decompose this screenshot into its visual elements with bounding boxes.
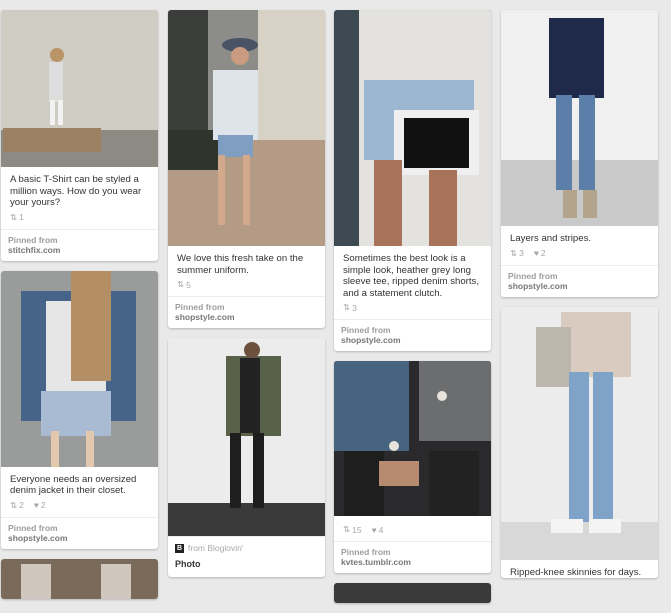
pin-source[interactable]: Pinned from shopstyle.com [334, 319, 491, 351]
pin-description: Layers and stripes. [510, 233, 592, 244]
pin-stats: ⇅ 5 [168, 276, 325, 296]
pin-image[interactable] [334, 361, 491, 516]
heart-icon: ♥ [33, 500, 39, 510]
repin-icon: ⇅ [177, 279, 185, 289]
pin-photo [334, 361, 491, 516]
pin-card[interactable]: ⇅ 15 ♥ 4 Pinned from kvtes.tumblr.com [334, 361, 491, 573]
pinned-from-label: Pinned from [175, 302, 225, 312]
repin-count: ⇅ 2 [10, 499, 24, 511]
pin-photo [168, 338, 325, 536]
like-count: ♥ 4 [371, 524, 384, 535]
pin-card[interactable]: Sometimes the best look is a simple look… [334, 10, 491, 351]
pin-card[interactable]: Layers and stripes. ⇅ 3 ♥ 2 Pinned from sh… [501, 10, 658, 297]
source-label[interactable]: from Bloglovin' [188, 543, 243, 553]
pin-source[interactable]: B from Bloglovin' Photo [168, 536, 325, 577]
source-domain[interactable]: shopstyle.com [8, 533, 151, 543]
pin-source[interactable]: Pinned from kvtes.tumblr.com [334, 541, 491, 573]
pin-image[interactable] [501, 10, 658, 226]
pinned-from-label: Pinned from [341, 547, 391, 557]
pin-image[interactable] [1, 270, 158, 467]
pin-image[interactable] [1, 558, 158, 599]
repin-count: ⇅ 1 [10, 211, 24, 223]
pin-photo [501, 10, 658, 226]
repin-count: ⇅ 5 [177, 279, 191, 290]
source-domain[interactable]: stitchfix.com [8, 245, 151, 255]
pin-card[interactable]: A basic T-Shirt can be styled a million … [1, 10, 158, 261]
pin-image[interactable] [334, 583, 491, 603]
like-count: ♥ 2 [33, 500, 46, 510]
pin-description: Everyone needs an oversized denim jacket… [10, 473, 137, 497]
pin-description: Ripped-knee skinnies for days. [510, 566, 642, 578]
pin-title: Photo [175, 559, 201, 569]
repin-count: ⇅ 15 [343, 524, 362, 535]
pin-image[interactable] [168, 10, 325, 246]
pin-stats: ⇅ 3 ♥ 2 [501, 245, 658, 265]
pin-photo [168, 10, 325, 246]
pin-photo [1, 10, 158, 167]
pinned-from-label: Pinned from [8, 522, 58, 533]
repin-count: ⇅ 3 [510, 247, 524, 259]
pin-photo [1, 270, 158, 467]
repin-icon: ⇅ [343, 302, 351, 312]
pin-image[interactable] [501, 306, 658, 560]
pin-image[interactable] [334, 10, 491, 246]
repin-count: ⇅ 3 [343, 302, 357, 313]
repin-icon: ⇅ [10, 499, 18, 510]
pin-photo [334, 10, 491, 246]
pin-source[interactable]: Pinned from shopstyle.com [1, 516, 158, 549]
pin-card[interactable]: B from Bloglovin' Photo [168, 338, 325, 577]
pin-description: We love this fresh take on the summer un… [177, 253, 304, 276]
pin-card[interactable] [1, 558, 158, 599]
repin-icon: ⇅ [343, 524, 351, 534]
source-domain[interactable]: shopstyle.com [175, 312, 318, 322]
pinned-from-label: Pinned from [508, 270, 558, 281]
repin-icon: ⇅ [10, 211, 18, 222]
pin-source[interactable]: Pinned from shopstyle.com [168, 296, 325, 328]
pin-photo [501, 306, 658, 560]
pin-card[interactable]: We love this fresh take on the summer un… [168, 10, 325, 328]
source-domain[interactable]: kvtes.tumblr.com [341, 557, 484, 567]
like-count: ♥ 2 [533, 248, 546, 258]
pin-description: A basic T-Shirt can be styled a million … [10, 174, 142, 208]
pin-stats: ⇅ 1 [1, 209, 158, 229]
source-domain[interactable]: shopstyle.com [341, 335, 484, 345]
pinned-from-label: Pinned from [341, 325, 391, 335]
pin-stats: ⇅ 15 ♥ 4 [334, 516, 491, 541]
pin-card[interactable]: Ripped-knee skinnies for days. [501, 306, 658, 578]
pin-image[interactable] [168, 338, 325, 536]
pin-image[interactable] [1, 10, 158, 167]
pin-stats: ⇅ 2 ♥ 2 [1, 497, 158, 517]
pin-card[interactable]: Everyone needs an oversized denim jacket… [1, 270, 158, 549]
heart-icon: ♥ [533, 248, 539, 258]
pin-card[interactable] [334, 583, 491, 603]
bloglovin-logo-icon: B [175, 543, 184, 553]
pin-photo [1, 558, 158, 599]
pinned-from-label: Pinned from [8, 234, 58, 245]
pin-source[interactable]: Pinned from stitchfix.com [1, 228, 158, 261]
pin-stats: ⇅ 3 [334, 299, 491, 319]
repin-icon: ⇅ [510, 247, 518, 258]
pin-description: Sometimes the best look is a simple look… [343, 253, 479, 299]
heart-icon: ♥ [371, 524, 377, 535]
pin-source[interactable]: Pinned from shopstyle.com [501, 264, 658, 297]
source-domain[interactable]: shopstyle.com [508, 281, 651, 291]
